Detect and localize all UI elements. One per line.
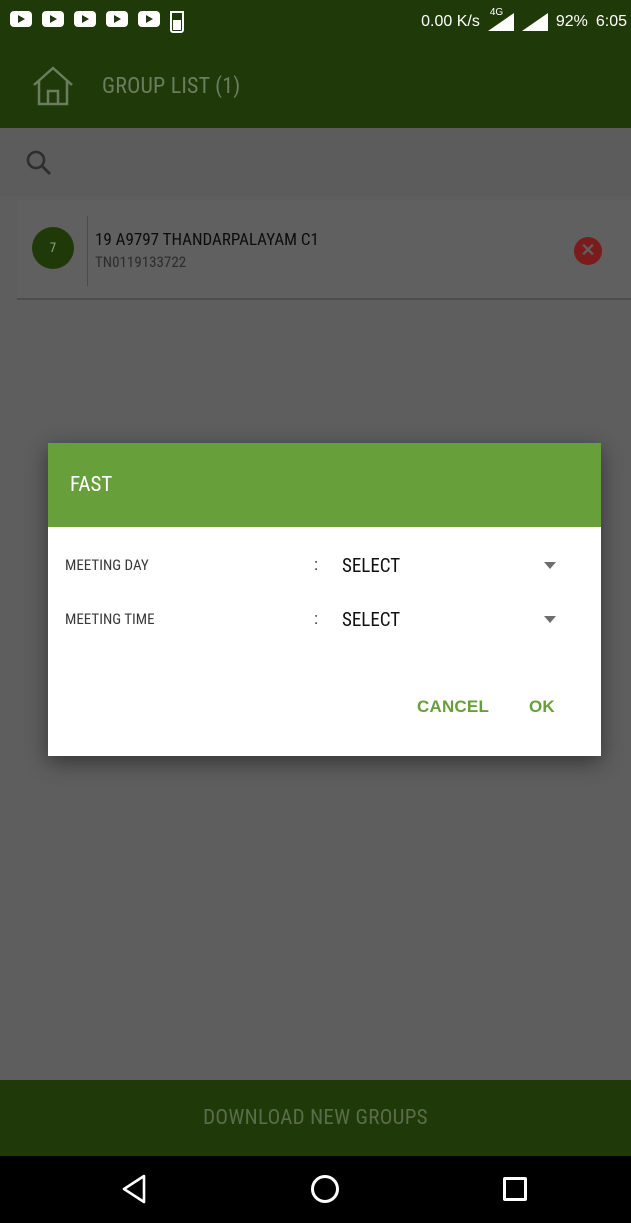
dialog-header: FAST — [48, 443, 601, 527]
back-icon[interactable] — [121, 1174, 147, 1204]
meeting-day-label: MEETING DAY — [65, 556, 149, 574]
clock: 6:05 — [595, 13, 627, 30]
youtube-notification-icon — [42, 11, 64, 27]
app-bar: GROUP LIST (1) — [0, 44, 631, 128]
colon: : — [314, 609, 318, 629]
colon: : — [314, 555, 318, 575]
cancel-button[interactable]: CANCEL — [417, 697, 489, 717]
signal-icon — [521, 13, 548, 31]
meeting-day-select[interactable]: SELECT — [342, 554, 400, 577]
battery-level: 92% — [555, 13, 588, 30]
group-name: 19 A9797 THANDARPALAYAM C1 — [95, 230, 319, 250]
meeting-time-select[interactable]: SELECT — [342, 608, 400, 631]
chevron-down-icon[interactable] — [544, 615, 556, 623]
chevron-down-icon[interactable] — [544, 561, 556, 569]
phone-screen: 0.00 K/s 4G 92% 6:05 GROUP LIST (1) 7 19… — [0, 0, 631, 1223]
meeting-time-row: MEETING TIME : SELECT — [48, 603, 601, 635]
signal-4g-icon: 4G — [487, 7, 514, 31]
meeting-day-row: MEETING DAY : SELECT — [48, 549, 601, 581]
download-new-groups-button[interactable]: DOWNLOAD NEW GROUPS — [0, 1080, 631, 1156]
divider — [87, 216, 88, 286]
youtube-notification-icon — [138, 11, 160, 27]
search-icon[interactable] — [26, 150, 52, 176]
home-nav-icon[interactable] — [311, 1175, 339, 1203]
status-right: 0.00 K/s 4G 92% 6:05 — [421, 0, 627, 44]
youtube-notification-icon — [74, 11, 96, 27]
delete-icon[interactable]: ✕ — [574, 237, 602, 265]
status-bar: 0.00 K/s 4G 92% 6:05 — [0, 0, 631, 44]
ok-button[interactable]: OK — [529, 697, 555, 717]
youtube-notification-icon — [10, 11, 32, 27]
page-title: GROUP LIST (1) — [102, 73, 241, 99]
list-item[interactable]: 7 19 A9797 THANDARPALAYAM C1 TN011913372… — [17, 200, 631, 300]
cup-notification-icon — [170, 11, 184, 33]
dialog-title: FAST — [70, 473, 113, 497]
home-icon[interactable] — [30, 63, 76, 109]
fast-dialog: FAST MEETING DAY : SELECT MEETING TIME :… — [48, 443, 601, 756]
recent-apps-icon[interactable] — [503, 1177, 527, 1201]
search-bar[interactable] — [0, 128, 631, 196]
network-speed: 0.00 K/s — [421, 13, 480, 30]
meeting-time-label: MEETING TIME — [65, 610, 155, 628]
avatar: 7 — [32, 227, 74, 269]
system-nav-bar — [0, 1156, 631, 1223]
youtube-notification-icon — [106, 11, 128, 27]
notification-icons — [10, 11, 184, 33]
group-code: TN0119133722 — [95, 253, 187, 271]
